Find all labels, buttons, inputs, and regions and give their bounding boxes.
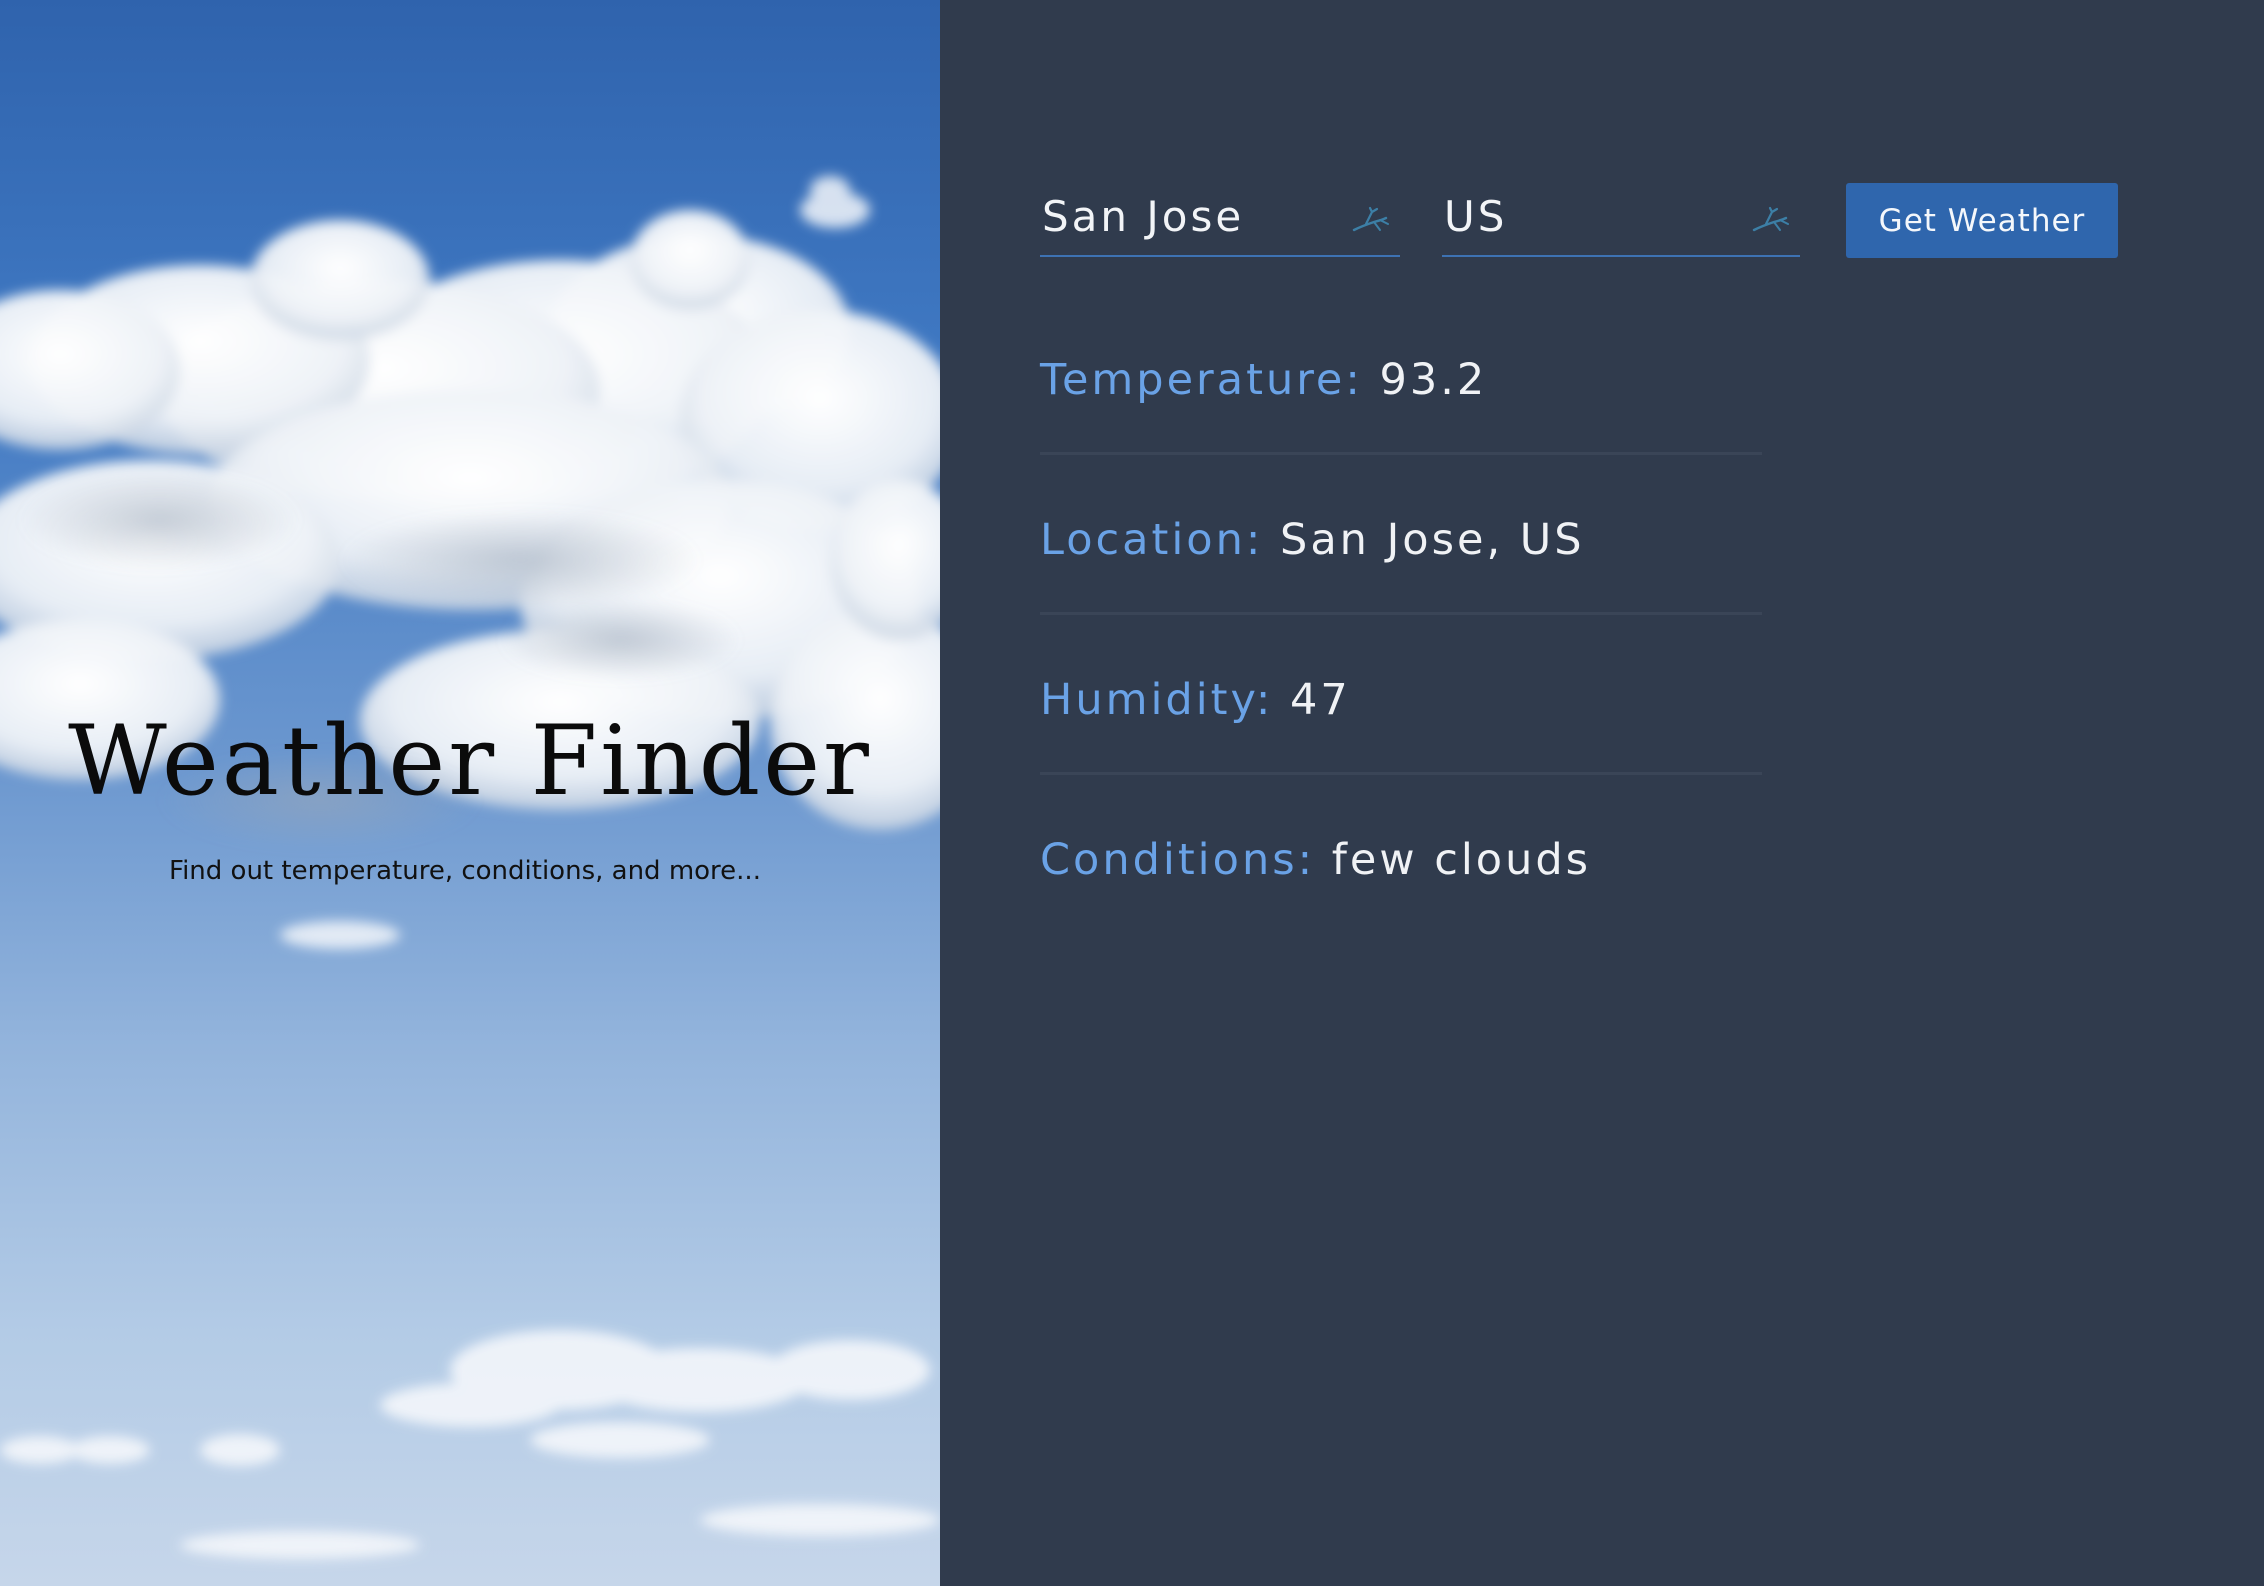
- page-title: Weather Finder: [68, 705, 872, 817]
- gazelle-icon[interactable]: [1750, 204, 1792, 238]
- location-row: Location: San Jose, US: [1040, 515, 1762, 565]
- divider: [1040, 612, 1762, 615]
- country-field: [1442, 180, 1800, 257]
- city-input[interactable]: [1042, 188, 1332, 244]
- city-field: [1040, 180, 1400, 257]
- divider: [1040, 452, 1762, 455]
- humidity-value: 47: [1290, 675, 1351, 725]
- hero-panel: Weather Finder Find out temperature, con…: [0, 0, 940, 1586]
- gazelle-icon[interactable]: [1350, 204, 1392, 238]
- country-input[interactable]: [1444, 188, 1734, 244]
- divider: [1040, 772, 1762, 775]
- temperature-label: Temperature:: [1040, 355, 1363, 405]
- get-weather-button[interactable]: Get Weather: [1846, 183, 2118, 258]
- location-value: San Jose, US: [1280, 515, 1585, 565]
- weather-panel: Get Weather Temperature: 93.2 Location: …: [940, 0, 2264, 1586]
- conditions-value: few clouds: [1331, 835, 1592, 885]
- temperature-row: Temperature: 93.2: [1040, 355, 1762, 405]
- conditions-label: Conditions:: [1040, 835, 1316, 885]
- humidity-row: Humidity: 47: [1040, 675, 1762, 725]
- humidity-label: Humidity:: [1040, 675, 1274, 725]
- page-subtitle: Find out temperature, conditions, and mo…: [169, 856, 761, 886]
- temperature-value: 93.2: [1379, 355, 1488, 405]
- conditions-row: Conditions: few clouds: [1040, 835, 1762, 885]
- location-label: Location:: [1040, 515, 1264, 565]
